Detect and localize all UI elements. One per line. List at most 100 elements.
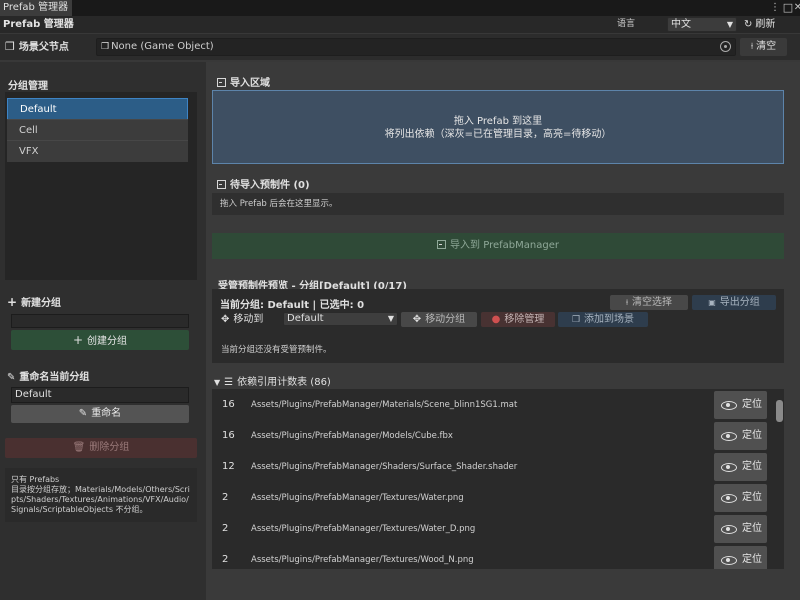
move-icon: ✥: [221, 314, 230, 325]
list-icon: ☰: [224, 377, 234, 388]
cube-icon: ❒: [5, 40, 15, 53]
remove-managed-button[interactable]: ● 移除管理: [481, 312, 555, 327]
deps-table: 16 Assets/Plugins/PrefabManager/Material…: [212, 389, 784, 569]
deps-header[interactable]: ▼ ☰ 依赖引用计数表 (86): [214, 373, 331, 388]
new-group-title-text: 新建分组: [21, 298, 62, 309]
scene-parent-label: ❒ 场景父节点: [5, 34, 69, 61]
clear-selection-label: 清空选择: [632, 297, 673, 308]
drop-zone[interactable]: 拖入 Prefab 到这里 将列出依赖（深灰=已在管理目录，高亮=待移动）: [212, 90, 784, 164]
rename-group-title: ✎ 重命名当前分组: [7, 368, 89, 383]
add-to-scene-button[interactable]: ❒ 添加到场景: [558, 312, 648, 327]
dep-path: Assets/Plugins/PrefabManager/Textures/Wo…: [251, 555, 474, 565]
clear-parent-button[interactable]: ⍿ 清空: [740, 38, 787, 56]
save-icon: ▣: [708, 298, 716, 307]
language-label: 语言: [617, 19, 636, 29]
delete-group-label: 删除分组: [89, 442, 130, 453]
clear-selection-button[interactable]: ⍿ 清空选择: [610, 295, 688, 310]
scene-parent-text: 场景父节点: [18, 42, 69, 53]
managed-empty-hint: 当前分组还没有受管预制件。: [221, 345, 332, 355]
locate-label: 定位: [742, 430, 762, 441]
table-row: 2 Assets/Plugins/PrefabManager/Textures/…: [212, 482, 772, 514]
dep-path: Assets/Plugins/PrefabManager/Materials/S…: [251, 400, 518, 410]
refresh-icon: ↻: [744, 19, 753, 30]
import-icon: [217, 78, 226, 87]
close-icon[interactable]: ✕: [792, 1, 800, 14]
page-title: Prefab 管理器: [3, 19, 74, 30]
locate-button[interactable]: 定位: [714, 546, 767, 569]
delete-group-button[interactable]: 🗑 删除分组: [5, 438, 197, 458]
eye-icon: [721, 556, 737, 565]
move-icon: ✥: [412, 314, 422, 325]
rename-input[interactable]: Default: [11, 387, 189, 403]
import-icon: [217, 180, 226, 189]
eye-icon: [721, 525, 737, 534]
group-item-vfx[interactable]: VFX: [7, 140, 188, 162]
add-to-scene-label: 添加到场景: [584, 314, 635, 325]
more-options-icon[interactable]: ⋮: [769, 1, 781, 14]
collapse-arrow-icon: ▼: [214, 378, 221, 387]
dep-count: 16: [222, 399, 235, 410]
info-line-1: 只有 Prefabs: [11, 475, 60, 484]
window-tab[interactable]: Prefab 管理器: [0, 0, 72, 16]
dropdown-arrow-icon: ▼: [387, 314, 394, 323]
scene-parent-field[interactable]: ❒ None (Game Object): [96, 38, 736, 56]
new-group-input[interactable]: [11, 314, 189, 328]
dep-count: 2: [222, 523, 229, 534]
eye-icon: [721, 401, 737, 410]
group-section-title: 分组管理: [8, 81, 48, 92]
record-icon: ●: [491, 314, 501, 325]
refresh-button[interactable]: ↻ 刷新: [744, 16, 775, 33]
pending-hint: 拖入 Prefab 后会在这里显示。: [212, 193, 784, 215]
import-area-title-text: 导入区域: [230, 78, 270, 89]
trash-icon: 🗑: [72, 442, 86, 453]
locate-button[interactable]: 定位: [714, 515, 767, 543]
window-header: Prefab 管理器 语言 中文 ▼ ↻ 刷新: [0, 16, 800, 33]
import-button-label: 导入到 PrefabManager: [450, 240, 559, 251]
clear-icon: ⍿: [750, 42, 754, 52]
create-group-button[interactable]: + 创建分组: [11, 330, 189, 350]
managed-status: 当前分组: Default | 已选中: 0: [220, 300, 365, 311]
pencil-icon: ✎: [7, 372, 16, 383]
locate-label: 定位: [742, 399, 762, 410]
new-group-title: + 新建分组: [7, 294, 61, 309]
scene-parent-value: None (Game Object): [111, 41, 214, 52]
eye-icon: [721, 463, 737, 472]
language-select[interactable]: 中文 ▼: [667, 17, 737, 32]
object-picker-icon[interactable]: [720, 41, 731, 52]
move-to-label: ✥ 移动到: [221, 312, 263, 327]
group-item-cell[interactable]: Cell: [7, 119, 188, 141]
eye-icon: [721, 494, 737, 503]
table-row: 12 Assets/Plugins/PrefabManager/Shaders/…: [212, 451, 772, 483]
scrollbar-thumb[interactable]: [776, 400, 783, 422]
clear-icon: ⍿: [625, 298, 629, 307]
info-line-2: 目录按分组存放；Materials/Models/Others/Scripts/…: [11, 485, 190, 514]
table-row: 16 Assets/Plugins/PrefabManager/Models/C…: [212, 420, 772, 452]
scene-parent-row: ❒ 场景父节点 ❒ None (Game Object): [0, 34, 800, 60]
dep-count: 16: [222, 430, 235, 441]
dep-count: 12: [222, 461, 235, 472]
export-group-label: 导出分组: [719, 297, 760, 308]
locate-label: 定位: [742, 492, 762, 503]
group-item-default[interactable]: Default: [7, 98, 188, 120]
move-target-select[interactable]: Default ▼: [283, 312, 398, 326]
locate-button[interactable]: 定位: [714, 422, 767, 450]
locate-button[interactable]: 定位: [714, 484, 767, 512]
export-group-button[interactable]: ▣ 导出分组: [692, 295, 776, 310]
pencil-icon: ✎: [78, 408, 88, 419]
move-target-value: Default: [287, 313, 324, 324]
tab-bar: Prefab 管理器 ⋮ □ ✕: [0, 0, 800, 16]
move-to-text: 移动到: [233, 314, 264, 325]
dep-path: Assets/Plugins/PrefabManager/Models/Cube…: [251, 431, 453, 441]
import-to-manager-button[interactable]: 导入到 PrefabManager: [212, 233, 784, 259]
move-group-button[interactable]: ✥ 移动分组: [401, 312, 477, 327]
plus-icon: +: [72, 333, 84, 347]
rename-group-title-text: 重命名当前分组: [19, 372, 90, 383]
locate-button[interactable]: 定位: [714, 391, 767, 419]
dep-count: 2: [222, 554, 229, 565]
dep-path: Assets/Plugins/PrefabManager/Textures/Wa…: [251, 524, 476, 534]
import-icon: [437, 240, 447, 249]
table-row: 2 Assets/Plugins/PrefabManager/Textures/…: [212, 544, 772, 569]
import-area-title: 导入区域: [217, 74, 270, 89]
rename-button[interactable]: ✎ 重命名: [11, 405, 189, 423]
locate-button[interactable]: 定位: [714, 453, 767, 481]
